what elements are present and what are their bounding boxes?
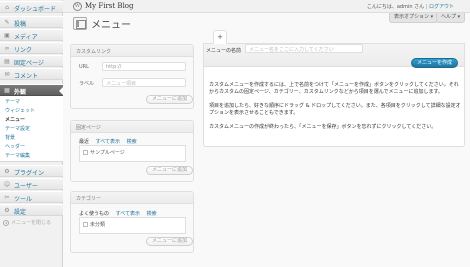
dashboard-icon: ⌂ — [5, 4, 9, 11]
collapse-menu-button[interactable]: ◂ メニューを閉じる — [3, 219, 51, 226]
menu-instructions-2: 項目を追加したら、好きな順序にドラッグ & ドロップしてください。また、各項目を… — [209, 103, 461, 116]
sidebar-item-label: 投稿 — [14, 21, 27, 28]
category-item-label: 未分類 — [90, 222, 106, 228]
menus-page-icon — [73, 17, 87, 30]
page-title: メニュー — [91, 20, 131, 31]
sidebar-item-posts[interactable]: ✎ 投稿 — [0, 16, 63, 28]
collapse-menu-label: メニューを閉じる — [11, 220, 52, 226]
categories-box-title[interactable]: カテゴリー — [71, 192, 193, 204]
url-label: URL — [79, 64, 89, 70]
checkbox[interactable] — [83, 150, 88, 155]
settings-icon: ⚙ — [4, 207, 10, 214]
add-menu-tab[interactable]: + — [213, 30, 227, 44]
page-item-label: サンプルページ — [90, 150, 125, 156]
add-categories-button[interactable]: メニューに追加 — [146, 237, 194, 246]
categories-checklist: 未分類 — [79, 217, 186, 234]
appearance-icon: ▦ — [4, 87, 10, 94]
sidebar-item-plugins[interactable]: ⚙ プラグイン — [0, 165, 63, 177]
sidebar-item-label: ダッシュボード — [14, 6, 57, 13]
sidebar-item-label: メディア — [14, 34, 38, 41]
pin-icon: ✎ — [4, 19, 10, 26]
sidebar-item-settings[interactable]: ⚙ 設定 — [0, 204, 63, 216]
submenu-item-editor[interactable]: テーマ編集 — [5, 152, 30, 159]
sidebar-item-comments[interactable]: ✉ コメント — [0, 68, 63, 80]
sidebar-item-links[interactable]: ∞ リンク — [0, 42, 63, 54]
submenu-item-menus[interactable]: メニュー — [5, 116, 25, 123]
create-menu-button[interactable]: メニューを作成 — [411, 58, 459, 68]
menu-instructions-3: カスタムメニューの作成が終わったら、「メニューを保存」ボタンを忘れずにクリックし… — [209, 124, 437, 130]
sidebar-item-label: ユーザー — [14, 183, 38, 190]
list-item[interactable]: 未分類 — [83, 221, 105, 228]
user-greeting: こんにちは、admin さん | ログアウト — [367, 3, 454, 10]
sidebar-item-label: 固定ページ — [14, 60, 44, 67]
appearance-submenu: テーマ ウィジェット メニュー テーマ設定 背景 ヘッダー テーマ編集 — [0, 96, 63, 162]
add-custom-link-button[interactable]: メニューに追加 — [146, 95, 194, 104]
greeting-separator: | — [425, 4, 428, 10]
custom-links-title[interactable]: カスタムリンク — [71, 45, 193, 57]
sidebar-item-tools[interactable]: ✂ ツール — [0, 191, 63, 203]
plugin-icon: ⚙ — [4, 168, 10, 175]
link-icon: ∞ — [4, 45, 10, 52]
menu-name-input[interactable]: メニュー名をここに入力してください — [245, 44, 363, 53]
help-tab[interactable]: ヘルプ ▾ — [436, 13, 466, 23]
media-icon: ▣ — [4, 32, 10, 39]
screen-options-tab[interactable]: 表示オプション ▾ — [389, 13, 439, 23]
submenu-item-themes[interactable]: テーマ — [5, 98, 20, 105]
categories-tabs: よく使うもの すべて表示 検索 — [79, 210, 162, 217]
logout-link[interactable]: ログアウト — [429, 4, 454, 10]
menu-tabs-bar — [203, 30, 465, 44]
pages-checklist: サンプルページ — [79, 145, 186, 162]
greeting-text: こんにちは、admin さん — [366, 4, 425, 10]
tools-icon: ✂ — [4, 194, 10, 201]
list-item[interactable]: サンプルページ — [83, 149, 125, 156]
add-pages-button[interactable]: メニューに追加 — [146, 166, 194, 175]
submenu-item-widgets[interactable]: ウィジェット — [5, 107, 35, 114]
submenu-item-header[interactable]: ヘッダー — [5, 143, 25, 150]
comment-icon: ✉ — [4, 71, 10, 78]
sidebar-item-label: コメント — [14, 73, 39, 80]
pages-tabs: 最近 すべて表示 検索 — [79, 138, 142, 145]
submenu-item-theme-options[interactable]: テーマ設定 — [5, 125, 30, 132]
url-input[interactable]: http:// — [102, 62, 186, 71]
sidebar-item-label: プラグイン — [14, 170, 45, 177]
menu-name-label: メニューの名前 — [206, 48, 242, 54]
sidebar-item-label: 設定 — [14, 209, 27, 216]
site-title[interactable]: My First Blog — [85, 2, 134, 10]
label-label: ラベル — [79, 81, 95, 87]
sidebar-item-pages[interactable]: ▤ 固定ページ — [0, 55, 63, 67]
menu-instructions-1: カスタムメニューを作成するには、上で名前をつけて「メニューを作成」ボタンをクリッ… — [209, 82, 459, 95]
pages-box-title[interactable]: 固定ページ — [71, 121, 193, 133]
checkbox[interactable] — [83, 222, 88, 227]
sidebar-item-media[interactable]: ▣ メディア — [0, 29, 63, 41]
sidebar-item-label: ツール — [14, 196, 33, 203]
submenu-item-background[interactable]: 背景 — [5, 134, 15, 141]
collapse-arrow-icon: ◂ — [3, 219, 9, 226]
admin-header: W My First Blog こんにちは、admin さん | ログアウト — [0, 0, 470, 13]
sidebar-item-label: リンク — [14, 47, 33, 54]
sidebar-item-appearance[interactable]: ▦ 外観 — [0, 84, 63, 96]
label-input[interactable]: メニュー項目 — [102, 78, 186, 87]
current-menu-arrow — [59, 87, 63, 95]
sidebar-item-users[interactable]: ☺ ユーザー — [0, 178, 63, 190]
wordpress-logo-icon: W — [73, 2, 82, 11]
sidebar-item-label: 外観 — [14, 89, 27, 96]
sidebar-item-dashboard[interactable]: ⌂ ダッシュボード — [0, 1, 63, 13]
page-icon: ▤ — [4, 58, 10, 65]
users-icon: ☺ — [3, 181, 11, 188]
admin-sidebar: ⌂ ダッシュボード ✎ 投稿 ▣ メディア ∞ リンク ▤ 固定ページ ✉ コメ… — [0, 0, 63, 267]
